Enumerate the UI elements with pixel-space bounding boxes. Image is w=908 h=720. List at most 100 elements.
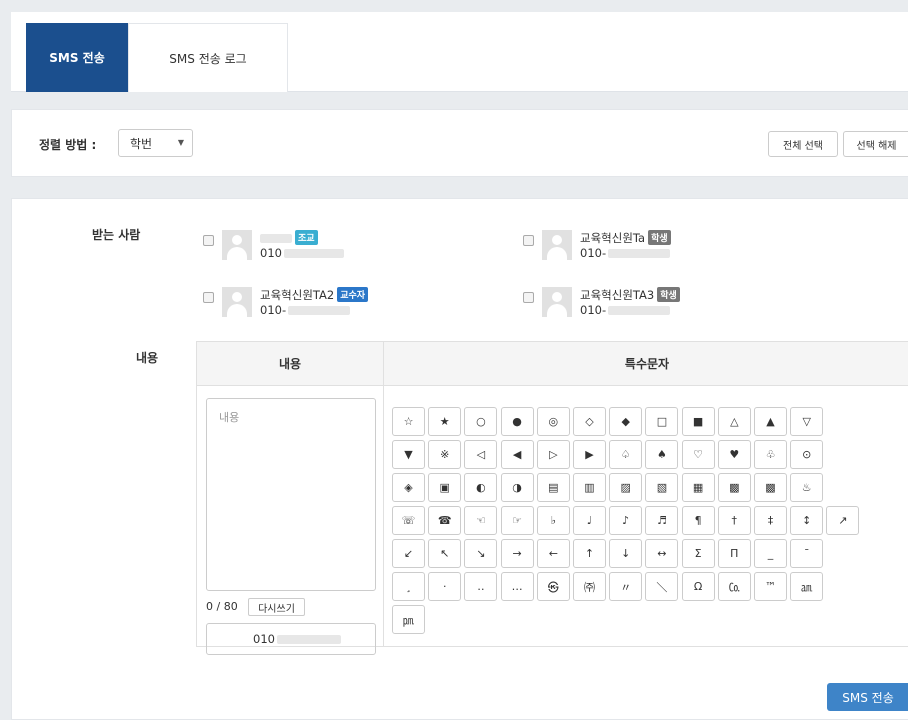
special-char-button[interactable]: ◐ — [464, 473, 498, 502]
special-char-button[interactable]: ◀ — [500, 440, 534, 469]
special-char-button[interactable]: ● — [500, 407, 534, 436]
special-char-button[interactable]: ☆ — [392, 407, 425, 436]
special-char-button[interactable]: ㏇ — [717, 572, 751, 601]
special-char-button[interactable]: ▶ — [573, 440, 606, 469]
recipient-checkbox[interactable] — [203, 292, 214, 303]
content-table: 내용 특수문자 0 / 80 다시쓰기 010 ☆★○●◎◇◆□■△▲▽ ▼※◁◀… — [196, 341, 908, 655]
recipient-checkbox[interactable] — [523, 235, 534, 246]
redacted-phone — [283, 249, 344, 258]
special-char-button[interactable]: ™ — [754, 572, 787, 601]
special-char-button[interactable]: ○ — [464, 407, 498, 436]
special-char-button[interactable]: ‡ — [754, 506, 787, 535]
special-char-button[interactable]: Π — [717, 539, 751, 568]
special-char-button[interactable]: ♤ — [609, 440, 643, 469]
rewrite-button[interactable]: 다시쓰기 — [248, 598, 305, 616]
char-counter: 0 / 80 — [206, 600, 238, 613]
special-char-button[interactable]: ▦ — [681, 473, 715, 502]
recipient-checkbox[interactable] — [523, 292, 534, 303]
special-char-button[interactable]: ▽ — [790, 407, 824, 436]
special-chars-column-header: 특수문자 — [384, 342, 908, 386]
special-char-button[interactable]: ← — [536, 539, 570, 568]
special-char-button[interactable]: ☜ — [464, 506, 498, 535]
special-char-button[interactable]: ♥ — [717, 440, 751, 469]
special-char-button[interactable]: ↖ — [428, 539, 462, 568]
special-char-button[interactable]: · — [428, 572, 462, 601]
special-char-button[interactable]: ♩ — [573, 506, 606, 535]
special-char-button[interactable]: ⊙ — [790, 440, 824, 469]
special-char-button[interactable]: ▣ — [428, 473, 462, 502]
special-char-button[interactable]: ㏂ — [790, 572, 824, 601]
special-char-button[interactable]: ★ — [428, 407, 462, 436]
tab-sms-log[interactable]: SMS 전송 로그 — [128, 23, 288, 92]
special-char-button[interactable]: ♨ — [790, 473, 824, 502]
special-char-button[interactable]: ¯ — [790, 539, 824, 568]
sms-send-button[interactable]: SMS 전송 — [827, 683, 908, 711]
special-char-button[interactable]: ▥ — [573, 473, 606, 502]
special-char-button[interactable]: ◑ — [500, 473, 534, 502]
special-char-button[interactable]: ¶ — [681, 506, 715, 535]
special-char-button[interactable]: ♠ — [645, 440, 679, 469]
special-char-button[interactable]: → — [500, 539, 534, 568]
special-char-button[interactable]: ☞ — [500, 506, 534, 535]
special-char-button[interactable]: ♧ — [754, 440, 787, 469]
special-char-button[interactable]: ♪ — [609, 506, 643, 535]
select-all-button[interactable]: 전체 선택 — [768, 131, 838, 157]
special-char-button[interactable]: ¸ — [392, 572, 425, 601]
special-char-button[interactable]: ◎ — [536, 407, 570, 436]
special-char-button[interactable]: ◇ — [573, 407, 606, 436]
special-char-button[interactable]: ※ — [428, 440, 462, 469]
special-char-button[interactable]: ▷ — [536, 440, 570, 469]
special-char-button[interactable]: ↗ — [826, 506, 860, 535]
special-char-button[interactable]: ☎ — [428, 506, 462, 535]
special-char-button[interactable]: 〃 — [609, 572, 643, 601]
special-char-button[interactable]: □ — [645, 407, 679, 436]
phone-prefix: 010 — [260, 246, 282, 260]
special-char-button[interactable]: ◆ — [609, 407, 643, 436]
recipient-name: 조교 — [260, 230, 318, 245]
tab-sms-send[interactable]: SMS 전송 — [26, 23, 128, 92]
special-char-button[interactable]: Ω — [681, 572, 715, 601]
special-char-button[interactable]: ＼ — [645, 572, 679, 601]
special-char-button[interactable]: ◈ — [392, 473, 425, 502]
special-char-button[interactable]: … — [500, 572, 534, 601]
sort-toolbar: 정렬 방법 : 학번 ▼ 전체 선택 선택 해제 — [11, 109, 908, 177]
special-char-button[interactable]: ▼ — [392, 440, 425, 469]
message-textarea[interactable] — [206, 398, 376, 591]
special-char-button[interactable]: ▨ — [609, 473, 643, 502]
special-char-button[interactable]: ㈜ — [573, 572, 606, 601]
special-char-button[interactable]: ㉿ — [536, 572, 570, 601]
special-char-button[interactable]: ☏ — [392, 506, 425, 535]
chevron-down-icon: ▼ — [177, 138, 184, 147]
special-char-button[interactable]: ▲ — [754, 407, 787, 436]
recipient-name-text: 교육혁신원Ta — [580, 231, 646, 245]
sort-select[interactable]: 학번 ▼ — [118, 129, 193, 157]
deselect-button[interactable]: 선택 해제 — [843, 131, 908, 157]
special-char-button[interactable]: ↙ — [392, 539, 425, 568]
special-char-button[interactable]: ↘ — [464, 539, 498, 568]
special-char-button[interactable]: ↕ — [790, 506, 824, 535]
special-char-button[interactable]: ㏘ — [392, 605, 425, 634]
special-char-button[interactable]: ▤ — [536, 473, 570, 502]
special-char-button[interactable]: Σ — [681, 539, 715, 568]
special-char-button[interactable]: △ — [717, 407, 751, 436]
special-char-button[interactable]: ◁ — [464, 440, 498, 469]
redacted-phone — [608, 249, 671, 258]
special-char-button[interactable]: ♭ — [536, 506, 570, 535]
content-column-header: 내용 — [197, 342, 383, 386]
special-char-button[interactable]: ▩ — [717, 473, 751, 502]
special-char-button[interactable]: † — [717, 506, 751, 535]
sender-number-field[interactable]: 010 — [206, 623, 376, 655]
special-char-button[interactable]: ▧ — [645, 473, 679, 502]
redacted-name — [260, 234, 292, 243]
special-char-button[interactable]: _ — [754, 539, 787, 568]
special-char-button[interactable]: ↔ — [645, 539, 679, 568]
special-char-button[interactable]: ↑ — [573, 539, 606, 568]
special-char-button[interactable]: ♬ — [645, 506, 679, 535]
special-char-button[interactable]: ‥ — [464, 572, 498, 601]
special-char-button[interactable]: ↓ — [609, 539, 643, 568]
recipient-checkbox[interactable] — [203, 235, 214, 246]
special-char-button[interactable]: ▩ — [754, 473, 787, 502]
special-char-button[interactable]: ■ — [681, 407, 715, 436]
special-char-button[interactable]: ♡ — [681, 440, 715, 469]
avatar — [222, 287, 252, 317]
